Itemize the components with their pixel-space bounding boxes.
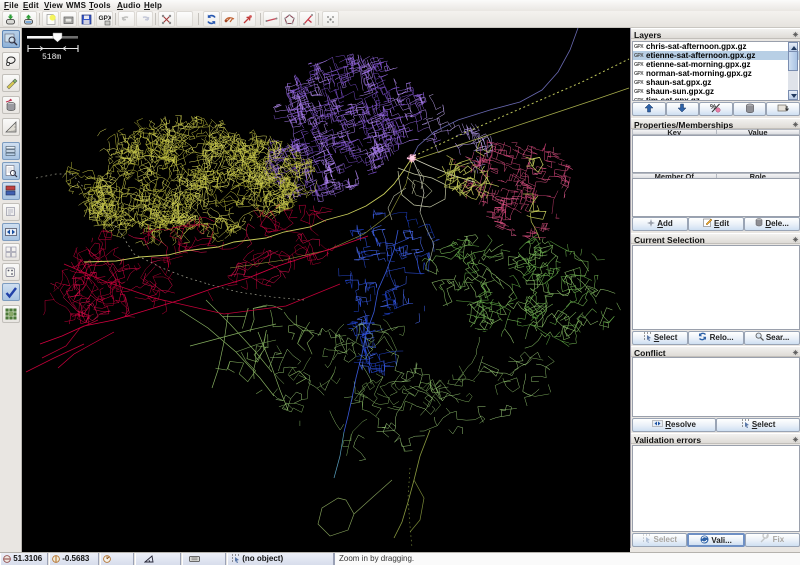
svg-text:518m: 518m	[42, 53, 61, 62]
